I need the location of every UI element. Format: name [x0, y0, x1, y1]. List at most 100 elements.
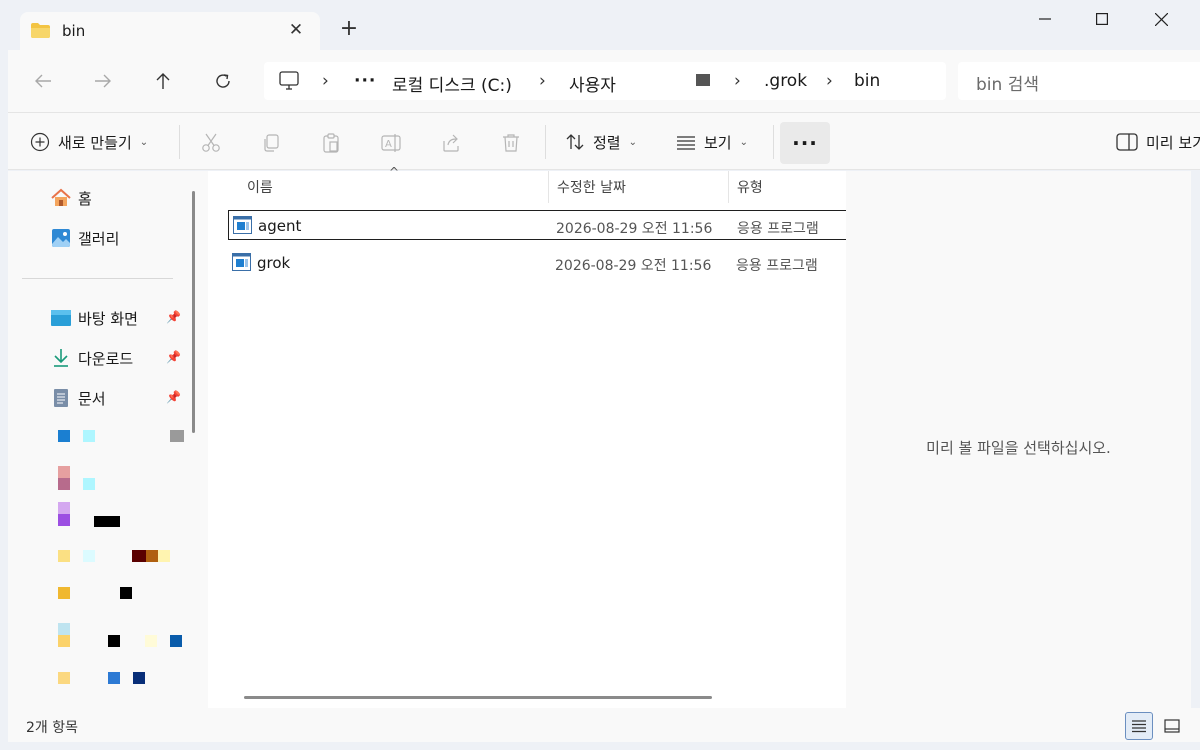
column-divider[interactable]	[548, 171, 549, 203]
title-bar: bin ✕ +	[0, 0, 1200, 50]
breadcrumb-users[interactable]: 사용자	[569, 71, 616, 96]
desktop-icon	[50, 307, 72, 329]
sidebar-item-gallery[interactable]: 갤러리	[50, 226, 119, 250]
minimize-button[interactable]	[1032, 8, 1058, 30]
sidebar-item-home[interactable]: 홈	[50, 186, 92, 210]
new-label: 새로 만들기	[58, 133, 132, 152]
breadcrumb-grok[interactable]: .grok	[764, 71, 807, 91]
maximize-button[interactable]	[1089, 8, 1115, 30]
item-count: 2개 항목	[26, 720, 78, 736]
arrow-left-icon	[35, 74, 51, 88]
sidebar-item-desktop[interactable]: 바탕 화면	[50, 306, 138, 330]
up-button[interactable]	[150, 68, 176, 94]
new-tab-button[interactable]: +	[338, 18, 360, 40]
details-view-button[interactable]	[1125, 712, 1153, 740]
file-name: grok	[257, 254, 291, 272]
preview-pane: 미리 볼 파일을 선택하십시오.	[846, 171, 1191, 708]
sidebar-item-label: 홈	[78, 189, 92, 208]
tiles-view-icon	[1164, 719, 1180, 733]
sidebar-item-documents[interactable]: 문서	[50, 386, 106, 410]
breadcrumb-ellipsis[interactable]: ···	[354, 71, 376, 91]
copy-icon[interactable]	[260, 132, 282, 154]
column-header-type[interactable]: 유형	[737, 177, 763, 197]
close-window-button[interactable]	[1148, 8, 1174, 30]
table-row[interactable]: agent 2026-08-29 오전 11:56 응용 프로그램	[228, 210, 846, 240]
sort-label: 정렬	[593, 133, 621, 152]
address-bar[interactable]: › ··· 로컬 디스크 (C:) › 사용자 › .grok › bin	[264, 62, 946, 100]
column-header-modified[interactable]: 수정한 날짜	[557, 177, 626, 197]
download-icon	[50, 347, 72, 369]
file-modified: 2026-08-29 오전 11:56	[555, 258, 712, 274]
cut-icon[interactable]	[200, 132, 222, 154]
share-icon[interactable]	[440, 132, 462, 154]
sidebar-item-label: 갤러리	[78, 229, 120, 248]
application-icon	[233, 216, 252, 234]
tab-title: bin	[62, 22, 86, 40]
view-button[interactable]: 보기 ⌄	[676, 123, 748, 161]
file-list: ^ 이름 수정한 날짜 유형 agent 2026-08-29 오전 11:56…	[208, 165, 846, 708]
file-type: 응용 프로그램	[737, 221, 819, 237]
navigation-pane: 홈 갤러리 바탕 화면 📌 다운로드 📌 문서 📌	[8, 171, 208, 708]
search-box[interactable]: bin 검색	[958, 62, 1200, 100]
preview-label: 미리 보기	[1146, 133, 1200, 152]
close-tab-icon[interactable]: ✕	[286, 20, 306, 40]
redacted-block	[696, 74, 710, 86]
rename-icon[interactable]: A	[380, 132, 402, 154]
back-button[interactable]	[30, 68, 56, 94]
pin-icon[interactable]: 📌	[166, 350, 181, 364]
sidebar-item-label: 바탕 화면	[78, 309, 138, 328]
maximize-icon	[1096, 13, 1108, 25]
home-icon	[50, 187, 72, 209]
chevron-down-icon: ⌄	[739, 136, 748, 148]
new-button[interactable]: 새로 만들기 ⌄	[30, 123, 148, 161]
preview-pane-button[interactable]: 미리 보기	[1116, 123, 1200, 161]
view-list-icon	[677, 136, 695, 150]
view-label: 보기	[704, 133, 732, 152]
sidebar-item-downloads[interactable]: 다운로드	[50, 346, 133, 370]
tab-bin[interactable]: bin ✕	[20, 12, 320, 50]
column-divider[interactable]	[728, 171, 729, 203]
gallery-icon	[50, 227, 72, 249]
breadcrumb-local-disk[interactable]: 로컬 디스크 (C:)	[392, 71, 512, 96]
delete-icon[interactable]	[500, 132, 522, 154]
divider	[179, 125, 180, 159]
table-row[interactable]: grok 2026-08-29 오전 11:56 응용 프로그램	[228, 248, 846, 278]
file-modified: 2026-08-29 오전 11:56	[556, 221, 713, 237]
sidebar-scrollbar[interactable]	[192, 191, 195, 433]
breadcrumb-bin[interactable]: bin	[854, 71, 880, 91]
arrow-right-icon	[95, 74, 111, 88]
details-view-icon	[1132, 720, 1146, 733]
computer-icon	[279, 71, 299, 90]
forward-button[interactable]	[90, 68, 116, 94]
search-input[interactable]: bin 검색	[976, 70, 1039, 95]
tiles-view-button[interactable]	[1158, 712, 1186, 740]
status-bar: 2개 항목	[8, 708, 1200, 742]
chevron-down-icon: ⌄	[139, 136, 149, 148]
file-name: agent	[258, 217, 302, 235]
plus-circle-icon	[30, 132, 50, 152]
chevron-down-icon: ⌄	[628, 136, 637, 148]
svg-text:A: A	[385, 139, 392, 150]
horizontal-scrollbar[interactable]	[244, 696, 712, 699]
more-options-button[interactable]: ···	[780, 122, 830, 164]
column-header-name[interactable]: 이름	[247, 177, 273, 197]
folder-icon	[31, 23, 50, 38]
paste-icon[interactable]	[320, 132, 342, 154]
preview-empty-message: 미리 볼 파일을 선택하십시오.	[926, 439, 1111, 457]
refresh-button[interactable]	[210, 68, 236, 94]
chevron-right-icon: ›	[322, 71, 329, 91]
minimize-icon	[1039, 18, 1051, 20]
application-icon	[232, 253, 251, 271]
sort-button[interactable]: 정렬 ⌄	[565, 123, 637, 161]
pin-icon[interactable]: 📌	[166, 390, 181, 404]
divider	[22, 278, 173, 279]
file-type: 응용 프로그램	[736, 258, 818, 274]
sidebar-item-label: 문서	[78, 389, 106, 408]
sort-icon	[566, 134, 584, 150]
preview-pane-icon	[1116, 133, 1138, 151]
divider	[773, 125, 774, 159]
document-icon	[50, 387, 72, 409]
divider	[545, 125, 546, 159]
close-icon	[1154, 12, 1168, 26]
pin-icon[interactable]: 📌	[166, 310, 181, 324]
